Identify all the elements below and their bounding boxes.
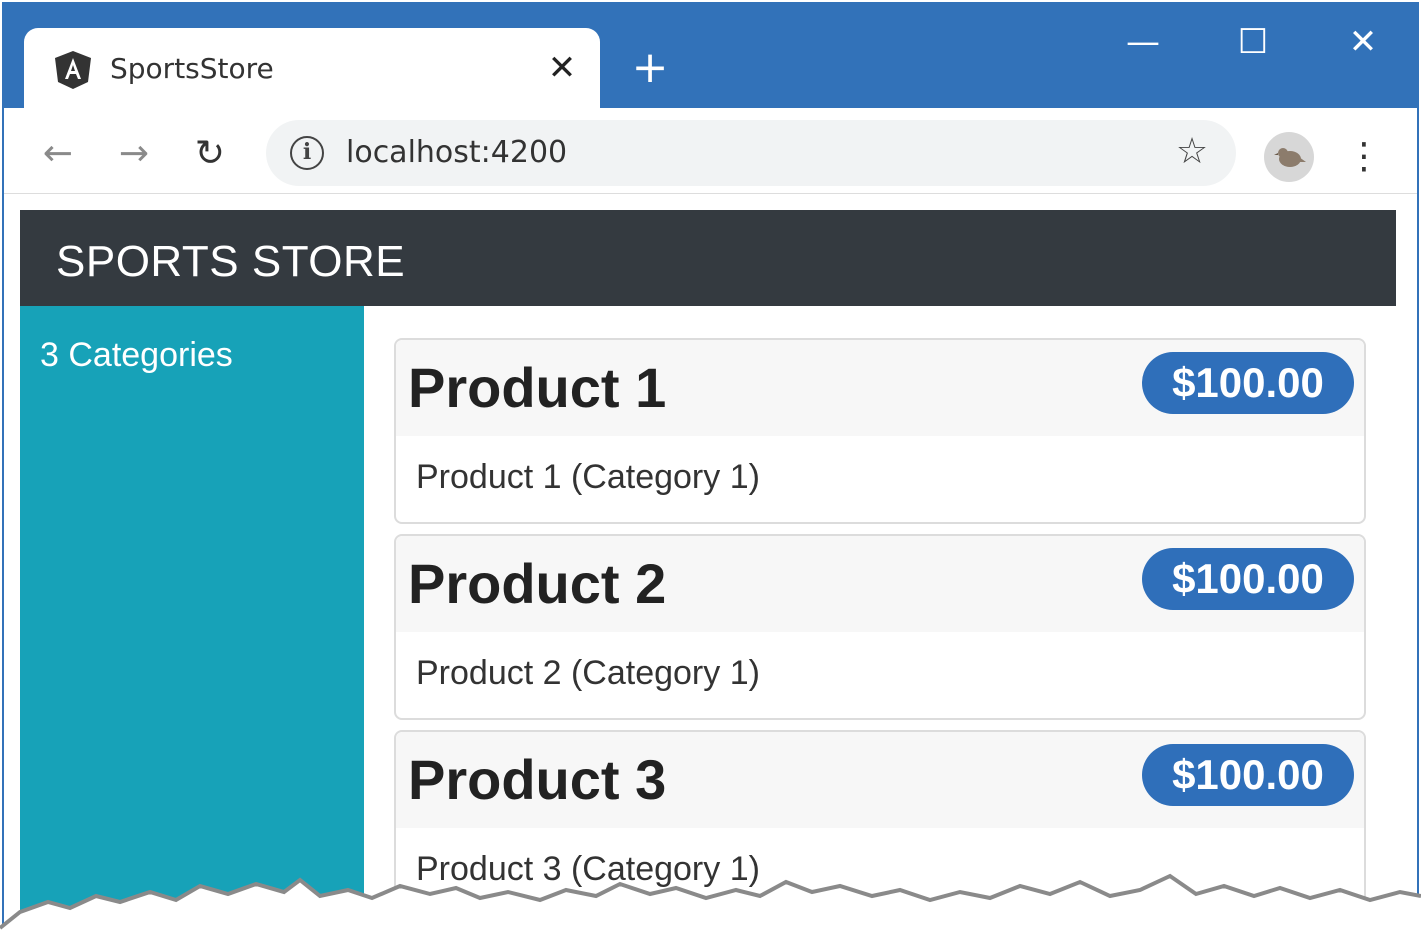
avatar-icon[interactable] — [1264, 132, 1314, 182]
tab-close-icon[interactable]: ✕ — [544, 50, 580, 86]
card-header: Product 2 $100.00 — [396, 536, 1364, 632]
address-bar[interactable]: i localhost:4200 ☆ — [266, 120, 1236, 186]
maximize-button[interactable]: ☐ — [1228, 22, 1278, 62]
brand-title: SPORTS STORE — [56, 237, 406, 286]
back-arrow-icon[interactable]: ← — [36, 132, 80, 176]
browser-tab[interactable]: SportsStore ✕ — [24, 28, 600, 110]
minimize-button[interactable]: — — [1118, 22, 1168, 62]
product-name: Product 3 — [408, 748, 667, 811]
app-page: SPORTS STORE 3 Categories Product 1 $100… — [20, 210, 1396, 940]
card-header: Product 3 $100.00 — [396, 732, 1364, 828]
product-name: Product 2 — [408, 552, 667, 615]
new-tab-button[interactable]: + — [630, 46, 670, 90]
tab-title: SportsStore — [110, 52, 274, 85]
price-badge: $100.00 — [1142, 352, 1354, 414]
card-header: Product 1 $100.00 — [396, 340, 1364, 436]
price-badge: $100.00 — [1142, 744, 1354, 806]
product-description: Product 1 (Category 1) — [416, 458, 760, 496]
product-card: Product 1 $100.00 Product 1 (Category 1) — [394, 338, 1366, 524]
price-badge: $100.00 — [1142, 548, 1354, 610]
torn-paper-edge — [0, 873, 1421, 940]
close-window-button[interactable]: ✕ — [1338, 22, 1388, 62]
product-card: Product 2 $100.00 Product 2 (Category 1) — [394, 534, 1366, 720]
product-name: Product 1 — [408, 356, 667, 419]
star-icon[interactable]: ☆ — [1170, 130, 1214, 174]
category-sidebar: 3 Categories — [20, 306, 364, 940]
bird-avatar-icon — [1274, 148, 1306, 167]
url-text[interactable]: localhost:4200 — [346, 132, 567, 174]
category-count: 3 Categories — [40, 336, 233, 374]
kebab-menu-icon[interactable]: ⋮ — [1344, 134, 1384, 180]
product-description: Product 2 (Category 1) — [416, 654, 760, 692]
title-bar: SportsStore ✕ + — ☐ ✕ — [4, 4, 1417, 110]
browser-toolbar: ← → ↻ i localhost:4200 ☆ ⋮ — [4, 108, 1417, 194]
angular-logo-icon — [55, 51, 91, 89]
info-icon[interactable]: i — [290, 136, 324, 170]
reload-icon[interactable]: ↻ — [188, 132, 232, 176]
app-navbar: SPORTS STORE — [20, 210, 1396, 306]
forward-arrow-icon[interactable]: → — [112, 132, 156, 176]
